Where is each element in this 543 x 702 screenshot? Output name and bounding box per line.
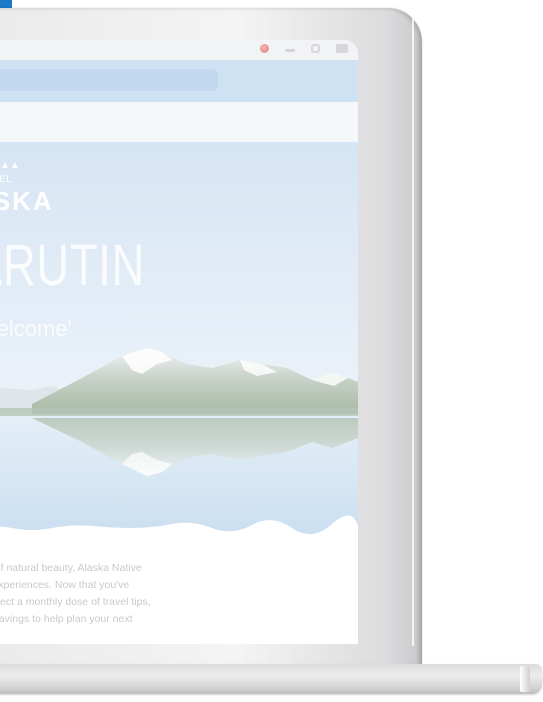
- logo-travel-text: TRAVEL: [0, 174, 13, 184]
- browser-titlebar: [0, 40, 358, 60]
- address-bar[interactable]: [0, 69, 218, 91]
- window-controls: [260, 44, 348, 53]
- minimize-icon[interactable]: [285, 49, 295, 52]
- hero-recipient-name: ARUTIN: [0, 233, 146, 298]
- extension-icon[interactable]: [260, 44, 269, 53]
- laptop-mockup-scene: ▲▲ TRAVEL ASKA ARUTIN 'Welcome' land of …: [0, 0, 543, 702]
- hero-banner: ▲▲ TRAVEL ASKA ARUTIN 'Welcome': [0, 142, 358, 540]
- logo-alaska-text: ASKA: [0, 186, 54, 216]
- body-line: land of natural beauty, Alaska Native: [0, 562, 142, 574]
- hero-greeting: 'Welcome': [0, 316, 72, 341]
- bookmark-bar: [0, 102, 358, 142]
- laptop-screen: ▲▲ TRAVEL ASKA ARUTIN 'Welcome' land of …: [0, 40, 358, 644]
- maximize-icon[interactable]: [311, 44, 320, 53]
- laptop-lid: ▲▲ TRAVEL ASKA ARUTIN 'Welcome' land of …: [0, 8, 422, 668]
- body-line: sive savings to help plan your next: [0, 613, 133, 625]
- close-icon[interactable]: [336, 44, 348, 53]
- browser-toolbar: [0, 60, 358, 102]
- laptop-base: [0, 664, 542, 694]
- email-body-text: land of natural beauty, Alaska Native an…: [0, 560, 202, 628]
- body-line: and experiences. Now that you've: [0, 579, 130, 591]
- body-line: s, expect a monthly dose of travel tips,: [0, 596, 151, 608]
- logo-mark-icon: ▲▲: [0, 160, 20, 171]
